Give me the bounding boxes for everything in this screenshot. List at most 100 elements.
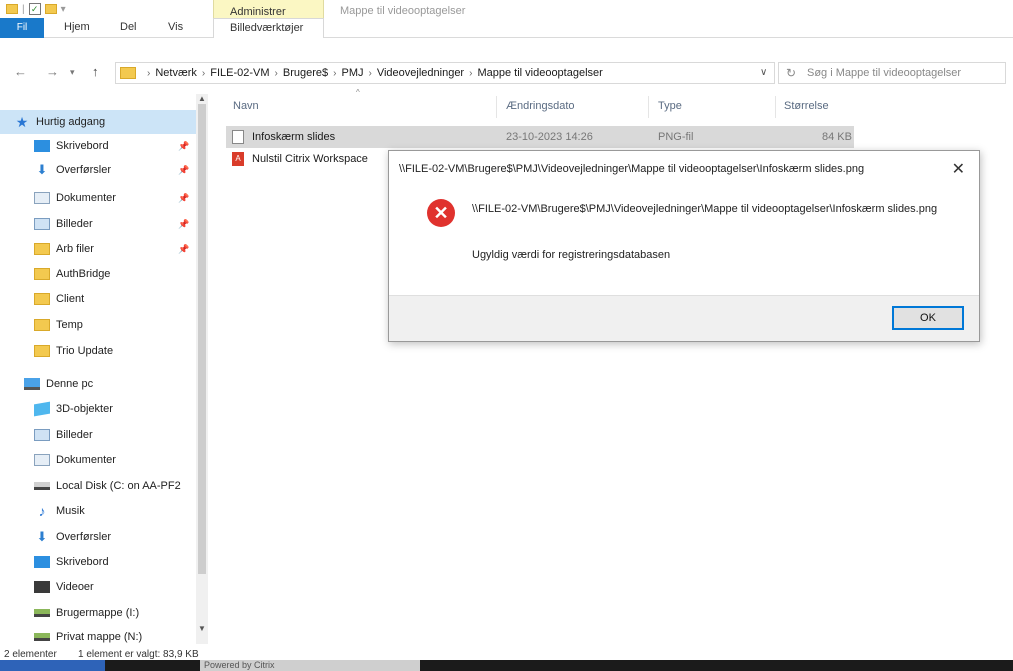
breadcrumb-guides[interactable]: Videovejledninger [377, 67, 464, 79]
tab-file[interactable]: Fil [0, 18, 44, 38]
tab-view[interactable]: Vis [168, 21, 183, 33]
nav-item-label: 3D-objekter [56, 403, 113, 415]
column-header-name[interactable]: Navn [233, 100, 259, 112]
nav-item-music[interactable]: ♪ Musik [0, 499, 196, 523]
tab-picture-tools[interactable]: Billedværktøjer [213, 18, 324, 38]
recent-dropdown-icon[interactable]: ▾ [70, 67, 75, 78]
pictures-icon [34, 429, 50, 441]
forward-arrow-icon[interactable]: → [46, 64, 59, 79]
table-row[interactable]: A Nulstil Citrix Workspace [226, 148, 390, 170]
pin-icon[interactable]: 📌 [178, 244, 189, 255]
scroll-down-icon[interactable]: ▼ [198, 624, 206, 633]
navigation-pane[interactable]: ★ Hurtig adgang Skrivebord 📌 ⬇ Overførsl… [0, 94, 208, 644]
quick-access-toolbar: | ✓ ▾ [6, 3, 66, 15]
nav-item-downloads[interactable]: ⬇ Overførsler 📌 [0, 158, 196, 182]
error-dialog: \\FILE-02-VM\Brugere$\PMJ\Videovejlednin… [388, 150, 980, 342]
chevron-right-icon[interactable]: › [147, 68, 150, 79]
breadcrumb-user[interactable]: PMJ [342, 67, 364, 79]
address-dropdown-icon[interactable]: ∨ [760, 67, 767, 78]
folder-icon [34, 243, 50, 255]
ribbon-tabs: Fil Hjem Del Vis Billedværktøjer [0, 18, 1013, 38]
breadcrumb-current[interactable]: Mappe til videooptagelser [477, 67, 602, 79]
nav-item-3d-objects[interactable]: 3D-objekter [0, 397, 196, 421]
file-name: Nulstil Citrix Workspace [252, 153, 368, 165]
scroll-up-icon[interactable]: ▲ [198, 94, 206, 103]
nav-item-local-disk[interactable]: Local Disk (C: on AA-PF2 [0, 474, 196, 498]
nav-item-label: Brugermappe (I:) [56, 607, 140, 619]
separator: | [22, 3, 25, 15]
citrix-banner: Powered by Citrix [200, 660, 420, 671]
nav-item-documents-pc[interactable]: Dokumenter [0, 448, 196, 472]
chevron-right-icon[interactable]: › [369, 68, 372, 79]
column-header-type[interactable]: Type [658, 100, 682, 112]
column-divider[interactable] [496, 96, 497, 118]
chevron-right-icon[interactable]: › [202, 68, 205, 79]
nav-item-temp[interactable]: Temp [0, 313, 196, 337]
search-input[interactable]: Søg i Mappe til videooptagelser [778, 62, 1006, 84]
new-folder-icon[interactable] [44, 4, 57, 14]
nav-item-quick-access[interactable]: ★ Hurtig adgang [0, 110, 196, 134]
nav-item-desktop[interactable]: Skrivebord 📌 [0, 134, 196, 158]
music-icon: ♪ [38, 503, 46, 519]
image-file-icon [232, 130, 244, 144]
nav-item-videos[interactable]: Videoer [0, 575, 196, 599]
table-row[interactable]: Infoskærm slides 23-10-2023 14:26 PNG-fi… [226, 126, 854, 148]
selection-info: 1 element er valgt: 83,9 KB [78, 649, 199, 660]
column-header-size[interactable]: Størrelse [784, 100, 829, 112]
nav-item-label: Skrivebord [56, 140, 109, 152]
tab-share[interactable]: Del [120, 21, 137, 33]
title-bar: | ✓ ▾ [0, 0, 1013, 18]
folder-icon[interactable] [6, 4, 18, 14]
column-divider[interactable] [648, 96, 649, 118]
dialog-message: Ugyldig værdi for registreringsdatabasen [472, 249, 671, 261]
pin-icon[interactable]: 📌 [178, 193, 189, 204]
ok-button[interactable]: OK [892, 306, 964, 330]
video-icon [34, 581, 50, 593]
nav-item-label: AuthBridge [56, 268, 111, 280]
nav-item-this-pc[interactable]: Denne pc [0, 372, 196, 396]
breadcrumb-server[interactable]: FILE-02-VM [210, 67, 269, 79]
nav-item-client[interactable]: Client [0, 287, 196, 311]
pin-icon[interactable]: 📌 [178, 141, 189, 152]
nav-item-pictures-pc[interactable]: Billeder [0, 423, 196, 447]
breadcrumb-users[interactable]: Brugere$ [283, 67, 328, 79]
close-icon[interactable]: ✕ [952, 159, 965, 179]
chevron-right-icon[interactable]: › [333, 68, 336, 79]
nav-item-downloads-pc[interactable]: ⬇ Overførsler [0, 525, 196, 549]
nav-item-work-files[interactable]: Arb filer 📌 [0, 237, 196, 261]
nav-item-label: Dokumenter [56, 454, 116, 466]
nav-item-label: Trio Update [56, 345, 114, 357]
column-divider[interactable] [775, 96, 776, 118]
nav-item-private-folder[interactable]: Privat mappe (N:) [0, 625, 196, 644]
taskbar-start-area[interactable] [0, 660, 105, 671]
nav-item-documents[interactable]: Dokumenter 📌 [0, 186, 196, 210]
nav-item-trio-update[interactable]: Trio Update [0, 339, 196, 363]
pin-icon[interactable]: 📌 [178, 165, 189, 176]
nav-item-authbridge[interactable]: AuthBridge [0, 262, 196, 286]
file-name: Infoskærm slides [252, 131, 336, 143]
folder-icon [34, 293, 50, 305]
window-title: Mappe til videooptagelser [340, 5, 466, 17]
nav-item-pictures[interactable]: Billeder 📌 [0, 212, 196, 236]
customize-dropdown-icon[interactable]: ▾ [61, 4, 66, 15]
chevron-right-icon[interactable]: › [275, 68, 278, 79]
address-bar[interactable]: › Netværk › FILE-02-VM › Brugere$ › PMJ … [115, 62, 775, 84]
back-arrow-icon[interactable]: ← [14, 64, 27, 79]
address-row: ← → ▾ ↑ › Netværk › FILE-02-VM › Brugere… [0, 60, 1013, 86]
sort-ascending-icon: ^ [356, 88, 360, 97]
column-header-date[interactable]: Ændringsdato [506, 100, 575, 112]
refresh-icon[interactable]: ↻ [786, 66, 796, 80]
tab-home[interactable]: Hjem [64, 21, 90, 33]
nav-item-label: Skrivebord [56, 556, 109, 568]
nav-item-label: Denne pc [46, 378, 94, 390]
nav-item-label: Hurtig adgang [36, 116, 106, 128]
properties-icon[interactable]: ✓ [28, 3, 41, 15]
nav-item-desktop-pc[interactable]: Skrivebord [0, 550, 196, 574]
pin-icon[interactable]: 📌 [178, 219, 189, 230]
nav-item-user-folder[interactable]: Brugermappe (I:) [0, 601, 196, 625]
chevron-right-icon[interactable]: › [469, 68, 472, 79]
desktop-icon [34, 556, 50, 568]
nav-scrollbar-thumb[interactable] [198, 104, 206, 574]
up-arrow-icon[interactable]: ↑ [92, 64, 99, 79]
breadcrumb-network[interactable]: Netværk [155, 67, 197, 79]
